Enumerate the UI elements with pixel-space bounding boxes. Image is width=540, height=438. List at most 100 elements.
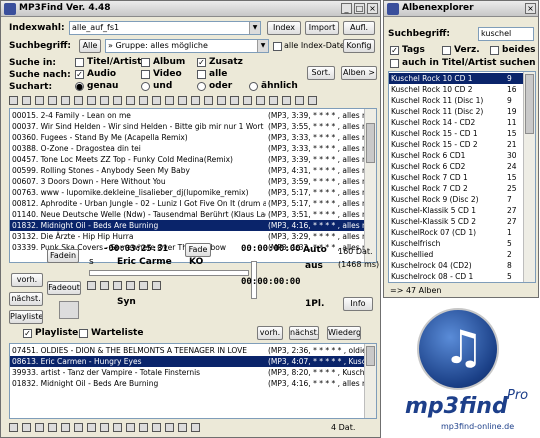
toolbar-icon[interactable] [217, 96, 226, 105]
und-radio[interactable] [141, 82, 150, 91]
list-item[interactable]: 39933. artist - Tanz der Vampire - Total… [10, 367, 376, 378]
toolbar-icon[interactable] [9, 96, 18, 105]
toolbar-icon[interactable] [35, 423, 44, 432]
album-item[interactable]: Kuschel Rock 15 - CD 1 15 [389, 128, 535, 139]
fade-button[interactable]: Fade [185, 243, 211, 257]
audio-checkbox[interactable]: ✓ [75, 70, 84, 79]
stop-icon[interactable] [87, 281, 96, 290]
toolbar-icon[interactable] [256, 96, 265, 105]
oder-radio[interactable] [197, 82, 206, 91]
album-item[interactable]: Kuschel-Klassik 5 CD 1 27 [389, 205, 535, 216]
toolbar-icon[interactable] [48, 423, 57, 432]
album-list[interactable]: Kuschel Rock 10 CD 1 9 Kuschel Rock 10 CD … [388, 71, 536, 283]
playliste-button[interactable]: Playliste [9, 310, 43, 324]
toolbar-icon[interactable] [22, 423, 31, 432]
results-list[interactable]: 00015. 2-4 Family - Lean on me (MP3, 3:39… [9, 108, 377, 263]
toolbar-icon[interactable] [178, 96, 187, 105]
playliste-checkbox[interactable]: ✓ [23, 329, 32, 338]
list-item[interactable]: 07451. OLDIES - DION & THE BELMONTS A TE… [10, 345, 376, 356]
scroll-thumb[interactable] [525, 74, 534, 134]
album-item[interactable]: Kuschel Rock 11 (Disc 1) 9 [389, 95, 535, 106]
alben-search-input[interactable]: kuschel [478, 27, 534, 41]
toolbar-icon[interactable] [152, 96, 161, 105]
verz-checkbox[interactable] [442, 46, 451, 55]
album-item[interactable]: Kuschel Rock 15 - CD 2 21 [389, 139, 535, 150]
group-select[interactable]: » Gruppe: alles mögliche ▼ [105, 39, 269, 53]
album-item[interactable]: Kuschel Rock 10 CD 2 16 [389, 84, 535, 95]
list-item[interactable]: 01832. Midnight Oil - Beds Are Burning (M… [10, 220, 376, 231]
list-item[interactable]: 03132. Die Ärzte - Hip Hip Hurra (MP3, 3:… [10, 231, 376, 242]
toolbar-icon[interactable] [61, 96, 70, 105]
toolbar-icon[interactable] [35, 96, 44, 105]
seek-slider[interactable] [89, 270, 249, 276]
toolbar-icon[interactable] [22, 96, 31, 105]
results-scrollbar[interactable] [364, 109, 376, 262]
toolbar-icon[interactable] [61, 423, 70, 432]
fadeout-button[interactable]: Fadeout [47, 281, 81, 295]
zusatz-checkbox[interactable]: ✓ [197, 58, 206, 67]
play-icon[interactable] [100, 281, 109, 290]
beides-checkbox[interactable] [490, 46, 499, 55]
alben-button[interactable]: Alben > [341, 66, 377, 80]
album-checkbox[interactable] [141, 58, 150, 67]
toolbar-icon[interactable] [87, 96, 96, 105]
aehnlich-radio[interactable] [249, 82, 258, 91]
pl-naechst-button[interactable]: nächst. [289, 326, 319, 340]
toolbar-icon[interactable] [126, 423, 135, 432]
playlist-list[interactable]: 07451. OLDIES - DION & THE BELMONTS A TE… [9, 343, 377, 419]
pl-wiederg-button[interactable]: Wiederg. [327, 326, 361, 340]
album-item[interactable]: Kuschel Rock 9 (Disc 2) 7 [389, 194, 535, 205]
toolbar-icon[interactable] [139, 96, 148, 105]
toolbar-icon[interactable] [113, 96, 122, 105]
toolbar-icon[interactable] [152, 423, 161, 432]
album-item[interactable]: Kuschellied 2 [389, 249, 535, 260]
info-button[interactable]: Info [343, 297, 373, 311]
album-item[interactable]: Kuschel-Klassik 5 CD 2 27 [389, 216, 535, 227]
album-item[interactable]: Kuschel Rock 6 CD2 24 [389, 161, 535, 172]
toolbar-icon[interactable] [269, 96, 278, 105]
list-item[interactable]: 00607. 3 Doors Down - Here Without You (M… [10, 176, 376, 187]
pause-icon[interactable] [113, 281, 122, 290]
maximize-icon[interactable]: □ [354, 3, 365, 14]
toolbar-icon[interactable] [165, 423, 174, 432]
list-item[interactable]: 00599. Rolling Stones - Anybody Seen My … [10, 165, 376, 176]
album-item[interactable]: Kuschelrock 08 - CD 1 5 [389, 271, 535, 282]
sort-button[interactable]: Sort. [307, 66, 335, 80]
scroll-thumb[interactable] [366, 346, 375, 366]
list-item[interactable]: 00812. Aphrodite - Urban Jungle - 02 - L… [10, 198, 376, 209]
toolbar-icon[interactable] [204, 96, 213, 105]
toolbar-icon[interactable] [165, 96, 174, 105]
toolbar-icon[interactable] [74, 423, 83, 432]
pl-vorh-button[interactable]: vorh. [257, 326, 283, 340]
list-item[interactable]: 00388. O-Zone - Dragostea din tei (MP3, 3… [10, 143, 376, 154]
tags-checkbox[interactable]: ✓ [390, 46, 399, 55]
album-item[interactable]: Kuschel Rock 6 CD1 30 [389, 150, 535, 161]
album-item[interactable]: Kuschelrock 09 - CD 18 [389, 282, 535, 283]
alle-index-checkbox[interactable] [273, 42, 282, 51]
album-item[interactable]: Kuschelfrisch 5 [389, 238, 535, 249]
fadein-button[interactable]: Fadein [47, 249, 79, 263]
close-icon[interactable]: × [367, 3, 378, 14]
toolbar-icon[interactable] [9, 423, 18, 432]
toolbar-icon[interactable] [282, 96, 291, 105]
konfig-button[interactable]: Konfig [343, 39, 375, 53]
toolbar-icon[interactable] [139, 423, 148, 432]
alle-button[interactable]: Alle [79, 39, 101, 53]
toolbar-icon[interactable] [87, 423, 96, 432]
video-checkbox[interactable] [141, 70, 150, 79]
titel-artist-checkbox[interactable] [390, 59, 399, 68]
alle-checkbox[interactable] [197, 70, 206, 79]
toolbar-icon[interactable] [100, 423, 109, 432]
list-item[interactable]: 00015. 2-4 Family - Lean on me (MP3, 3:39… [10, 110, 376, 121]
import-button[interactable]: Import [305, 21, 339, 35]
fader-icon[interactable] [59, 301, 79, 319]
toolbar-icon[interactable] [113, 423, 122, 432]
scroll-thumb[interactable] [366, 123, 375, 163]
aufl-button[interactable]: Aufl. [343, 21, 375, 35]
toolbar-icon[interactable] [100, 96, 109, 105]
index-select[interactable]: alle_auf_fs1 ▼ [69, 21, 261, 35]
warteliste-checkbox[interactable] [79, 329, 88, 338]
album-item[interactable]: Kuschel Rock 7 CD 2 25 [389, 183, 535, 194]
list-item[interactable]: 01832. Midnight Oil - Beds Are Burning (M… [10, 378, 376, 389]
naechst-button[interactable]: nächst. [9, 292, 43, 306]
